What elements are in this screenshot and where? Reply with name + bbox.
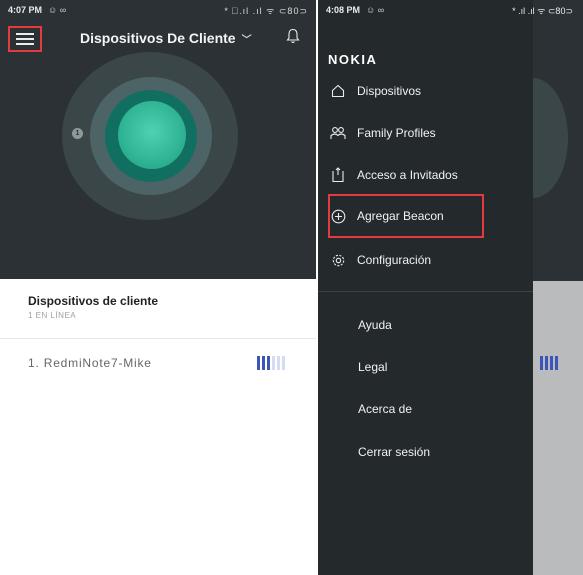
status-bar: 4:07 PM ☺ ∞ * ﾞ.ıl .ıl ᯤ ⊂80⊃: [0, 0, 316, 20]
background-signal-icon: [540, 356, 558, 370]
navigation-drawer: 4:08 PM ☺ ∞ NOKIA Dispositivos Family Pr…: [318, 0, 533, 575]
nav-item-cerrar-sesion[interactable]: Cerrar sesión: [358, 445, 430, 459]
online-count: 1 EN LÍNEA: [28, 311, 77, 320]
menu-line-icon: [16, 33, 34, 35]
section-title: Dispositivos de cliente: [28, 294, 159, 308]
nav-item-dispositivos[interactable]: Dispositivos: [318, 76, 533, 106]
signal-strength-icon: [257, 356, 285, 370]
divider: [0, 338, 316, 339]
highlight-box: [328, 194, 484, 238]
nav-item-configuracion[interactable]: Configuración: [318, 245, 533, 275]
screen-title-dropdown[interactable]: Dispositivos De Cliente ﹀: [80, 30, 252, 46]
gateway-node[interactable]: [118, 101, 186, 169]
app-bar: Dispositivos De Cliente ﹀: [0, 24, 316, 52]
menu-line-icon: [16, 38, 34, 40]
nav-item-label: Dispositivos: [357, 84, 422, 98]
device-list-item[interactable]: 1. RedmiNote7-Mike: [28, 356, 288, 372]
nav-item-label: Family Profiles: [357, 126, 436, 140]
nav-item-ayuda[interactable]: Ayuda: [358, 318, 392, 332]
status-extra: ☺ ∞: [48, 5, 67, 15]
nav-item-guest-access[interactable]: Acceso a Invitados: [318, 160, 533, 190]
signal-bar: [282, 356, 285, 370]
nav-item-acerca-de[interactable]: Acerca de: [358, 402, 412, 416]
status-indicators-bar: * .ıl .ıl ᯤ ⊂80⊃: [491, 0, 581, 20]
network-hero: 4:07 PM ☺ ∞ * ﾞ.ıl .ıl ᯤ ⊂80⊃ Dispositiv…: [0, 0, 316, 279]
status-indicators: * .ıl .ıl ᯤ ⊂80⊃: [512, 5, 573, 16]
client-devices-header: Dispositivos de cliente 1 EN LÍNEA: [28, 294, 158, 320]
people-icon: [330, 125, 346, 141]
chevron-down-icon: ﹀: [241, 34, 252, 46]
navigation-drawer-screen: 4:08 PM ☺ ∞ NOKIA Dispositivos Family Pr…: [318, 0, 583, 575]
signal-bar: [277, 356, 280, 370]
status-time: 4:07 PM: [8, 5, 43, 15]
status-time: 4:08 PM: [326, 5, 361, 15]
nav-item-label: Configuración: [357, 253, 432, 267]
gear-icon: [330, 252, 346, 268]
nav-item-label: Acceso a Invitados: [357, 168, 458, 182]
signal-bar: [262, 356, 265, 370]
signal-bar: [257, 356, 260, 370]
status-extra: ☺ ∞: [366, 5, 385, 15]
nav-item-legal[interactable]: Legal: [358, 360, 387, 374]
nav-item-family-profiles[interactable]: Family Profiles: [318, 118, 533, 148]
bell-icon[interactable]: [286, 28, 300, 44]
client-node-badge[interactable]: 1: [72, 128, 83, 139]
home-icon: [330, 83, 346, 99]
signal-bar: [272, 356, 275, 370]
guest-access-icon: [330, 167, 346, 183]
screen-title: Dispositivos De Cliente: [80, 30, 236, 46]
brand-logo: NOKIA: [328, 52, 378, 67]
status-indicators: * ﾞ.ıl .ıl ᯤ ⊂80⊃: [224, 5, 308, 16]
signal-bar: [267, 356, 270, 370]
menu-line-icon: [16, 43, 34, 45]
hamburger-menu-button[interactable]: [8, 26, 42, 52]
client-devices-screen: 4:07 PM ☺ ∞ * ﾞ.ıl .ıl ᯤ ⊂80⊃ Dispositiv…: [0, 0, 316, 575]
drawer-divider: [318, 291, 533, 292]
